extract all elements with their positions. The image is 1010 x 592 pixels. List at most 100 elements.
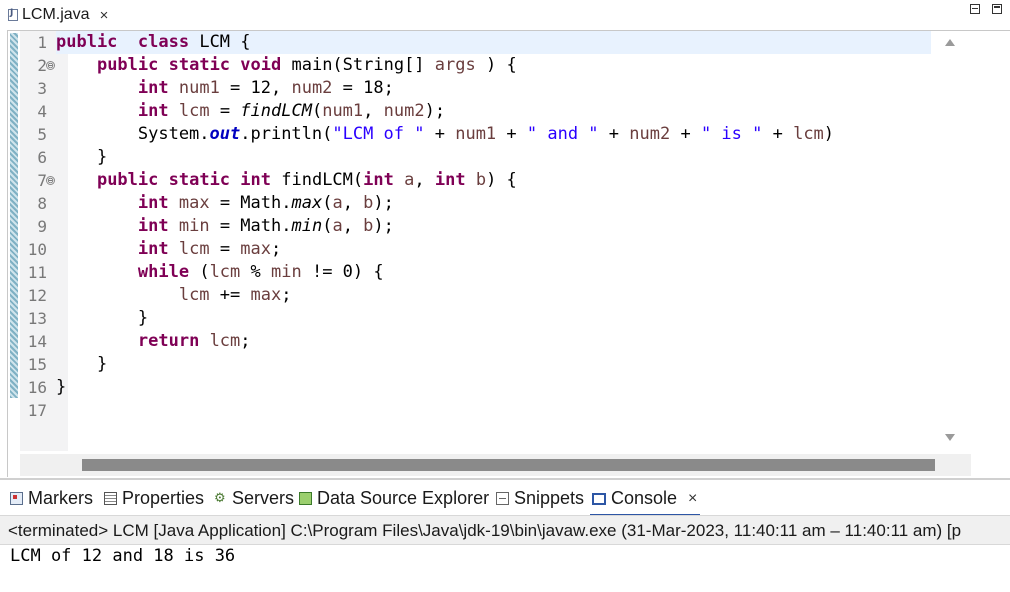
- line-number: 4: [37, 102, 47, 121]
- console-output[interactable]: LCM of 12 and 18 is 36: [10, 545, 1000, 592]
- code-lines[interactable]: 1 public class LCM {2 ⊖ public static void…: [20, 31, 971, 422]
- code-token: =: [209, 239, 241, 259]
- code-token: public: [96, 55, 159, 75]
- code-text: }: [56, 353, 971, 376]
- code-token: int: [434, 170, 466, 190]
- code-token: num1: [322, 101, 364, 121]
- code-line[interactable]: 11 while (lcm % min != 0) {: [20, 261, 971, 284]
- code-line[interactable]: 6 }: [20, 146, 971, 169]
- code-line[interactable]: 5 System.out.println("LCM of " + num1 + …: [20, 123, 971, 146]
- code-token: ;: [240, 331, 251, 351]
- code-token: (: [322, 193, 333, 213]
- code-token: num2: [383, 101, 425, 121]
- code-token: " and ": [526, 124, 599, 144]
- code-token: num2: [291, 78, 333, 98]
- code-line[interactable]: 12 lcm += max;: [20, 284, 971, 307]
- tab-lcm-java[interactable]: LCM.java ×: [0, 0, 116, 30]
- close-icon[interactable]: ×: [100, 7, 109, 24]
- code-token: = Math.: [209, 193, 292, 213]
- horizontal-scrollbar[interactable]: [20, 454, 971, 476]
- scroll-up-icon[interactable]: [945, 39, 955, 46]
- code-token: +: [762, 124, 794, 144]
- code-line[interactable]: 8 int max = Math.max(a, b);: [20, 192, 971, 215]
- tab-servers[interactable]: ⚙ Servers: [214, 480, 294, 517]
- code-token: out: [209, 124, 241, 144]
- scroll-down-icon[interactable]: [945, 434, 955, 441]
- code-line[interactable]: 13 }: [20, 307, 971, 330]
- code-token: min: [291, 216, 323, 236]
- minimize-icon[interactable]: [970, 4, 980, 14]
- tab-console[interactable]: Console ×: [592, 480, 697, 517]
- code-token: (: [189, 262, 210, 282]
- code-area[interactable]: 1 public class LCM {2 ⊖ public static void…: [20, 31, 971, 451]
- code-text: return lcm;: [56, 330, 971, 353]
- code-text: int max = Math.max(a, b);: [56, 192, 971, 215]
- code-line[interactable]: 7 ⊖ public static int findLCM(int a, int …: [20, 169, 971, 192]
- code-line[interactable]: 15 }: [20, 353, 971, 376]
- code-line[interactable]: 17: [20, 399, 971, 422]
- code-token: a: [404, 170, 415, 190]
- line-number: 6: [37, 148, 47, 167]
- code-line[interactable]: 16}: [20, 376, 971, 399]
- code-text: int lcm = max;: [56, 238, 971, 261]
- window-controls: [970, 4, 1002, 14]
- code-token: main(String[]: [281, 55, 435, 75]
- tab-snippets[interactable]: Snippets: [496, 480, 584, 517]
- line-number: 13: [27, 309, 47, 328]
- tab-markers[interactable]: Markers: [10, 480, 93, 517]
- code-token: int: [240, 170, 272, 190]
- vertical-scrollbar[interactable]: [931, 31, 971, 451]
- code-token: int: [137, 193, 169, 213]
- fold-collapse-icon[interactable]: ⊖: [46, 176, 55, 185]
- code-line[interactable]: 10 int lcm = max;: [20, 238, 971, 261]
- code-token: ,: [342, 193, 364, 213]
- code-line[interactable]: 14 return lcm;: [20, 330, 971, 353]
- code-token: int: [137, 239, 169, 259]
- code-token: System.: [56, 124, 210, 144]
- code-line[interactable]: 3 int num1 = 12, num2 = 18;: [20, 77, 971, 100]
- code-token: ) {: [475, 55, 517, 75]
- code-line[interactable]: 2 ⊖ public static void main(String[] args…: [20, 54, 971, 77]
- code-token: b: [363, 216, 374, 236]
- code-token: ,: [414, 170, 435, 190]
- code-text: }: [56, 376, 971, 399]
- code-token: +: [424, 124, 456, 144]
- line-number: 14: [27, 332, 47, 351]
- maximize-icon[interactable]: [992, 4, 1002, 14]
- code-text: public static void main(String[] args ) …: [56, 54, 971, 77]
- code-token: min: [178, 216, 210, 236]
- line-number: 10: [27, 240, 47, 259]
- tab-data-source-explorer[interactable]: Data Source Explorer: [299, 480, 489, 517]
- code-token: lcm: [793, 124, 824, 144]
- fold-collapse-icon[interactable]: ⊖: [46, 61, 55, 70]
- close-icon[interactable]: ×: [688, 490, 697, 508]
- code-line[interactable]: 4 int lcm = findLCM(num1, num2);: [20, 100, 971, 123]
- markers-icon: [10, 492, 23, 505]
- code-token: ,: [342, 216, 364, 236]
- code-token: lcm: [209, 262, 241, 282]
- tab-properties[interactable]: Properties: [104, 480, 204, 517]
- code-token: b: [363, 193, 374, 213]
- java-file-icon: [8, 8, 18, 21]
- code-token: LCM {: [189, 32, 251, 52]
- line-number: 7: [37, 171, 47, 190]
- code-token: void: [240, 55, 282, 75]
- code-line[interactable]: 1 public class LCM {: [20, 31, 971, 54]
- code-token: ,: [363, 101, 384, 121]
- quick-diff-ruler: [10, 33, 18, 398]
- code-text: while (lcm % min != 0) {: [56, 261, 971, 284]
- code-line[interactable]: 9 int min = Math.min(a, b);: [20, 215, 971, 238]
- code-text: }: [56, 307, 971, 330]
- servers-icon: ⚙: [214, 491, 226, 506]
- horizontal-scroll-thumb[interactable]: [82, 459, 935, 471]
- code-token: max: [240, 239, 272, 259]
